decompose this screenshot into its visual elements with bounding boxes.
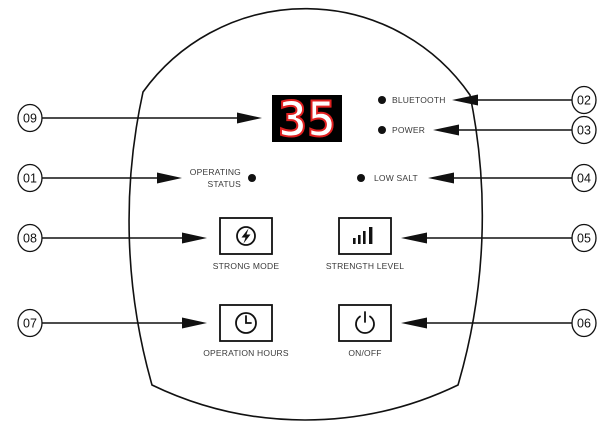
bluetooth-label: BLUETOOTH — [392, 95, 446, 105]
display-value: 35 — [278, 92, 336, 148]
callout-07-number: 07 — [23, 317, 37, 331]
strength-level-label: STRENGTH LEVEL — [326, 261, 404, 271]
panel-outline — [128, 7, 484, 421]
operating-status-indicator-light — [248, 174, 256, 182]
power-label: POWER — [392, 125, 425, 135]
callout-01-number: 01 — [23, 172, 37, 186]
control-panel-diagram: 35 BLUETOOTH POWER OPERATING STATUS LOW … — [17, 7, 597, 421]
callout-03-number: 03 — [577, 124, 591, 138]
callout-05-number: 05 — [577, 232, 591, 246]
callout-02-number: 02 — [577, 94, 591, 108]
bluetooth-indicator-light — [378, 96, 386, 104]
callout-04-number: 04 — [577, 172, 591, 186]
callout-08-number: 08 — [23, 232, 37, 246]
power-indicator-light — [378, 126, 386, 134]
operation-hours-label: OPERATION HOURS — [203, 348, 289, 358]
low-salt-indicator-light — [357, 174, 365, 182]
operating-status-label-line2: STATUS — [208, 179, 242, 189]
operating-status-label-line1: OPERATING — [190, 167, 241, 177]
digital-display: 35 — [272, 91, 342, 149]
on-off-button-frame — [338, 304, 392, 342]
low-salt-label: LOW SALT — [374, 173, 418, 183]
on-off-label: ON/OFF — [348, 348, 381, 358]
callout-06-number: 06 — [577, 317, 591, 331]
strong-mode-label: STRONG MODE — [213, 261, 280, 271]
strong-mode-button: STRONG MODE — [213, 217, 280, 271]
callout-09-number: 09 — [23, 112, 37, 126]
